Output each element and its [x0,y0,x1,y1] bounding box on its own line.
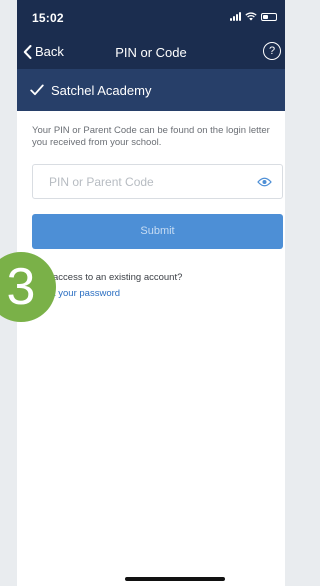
check-icon [30,84,44,96]
pin-input[interactable] [49,165,239,198]
eye-icon[interactable] [257,177,272,187]
status-bar: 15:02 [17,0,285,36]
nav-bar: Back PIN or Code ? [17,36,285,69]
phone-screen: 15:02 Back PIN or Code ? Satchel Academy… [17,0,285,586]
signal-icon [230,12,241,21]
pin-field[interactable] [32,164,283,199]
page: 15:02 Back PIN or Code ? Satchel Academy… [0,0,285,586]
wifi-icon [245,12,257,21]
submit-button[interactable]: Submit [32,214,283,249]
page-title: PIN or Code [115,45,187,60]
status-time: 15:02 [32,11,64,25]
existing-account-text: access to an existing account? [53,272,183,283]
home-indicator [125,577,225,581]
school-name: Satchel Academy [51,82,152,98]
selected-school-bar[interactable]: Satchel Academy [17,69,285,111]
status-icons [230,12,277,21]
forgot-password-link[interactable]: t your password [53,288,120,299]
question-circle-icon[interactable]: ? [263,42,281,60]
pin-info-text: Your PIN or Parent Code can be found on … [32,125,270,148]
battery-icon [261,12,277,21]
